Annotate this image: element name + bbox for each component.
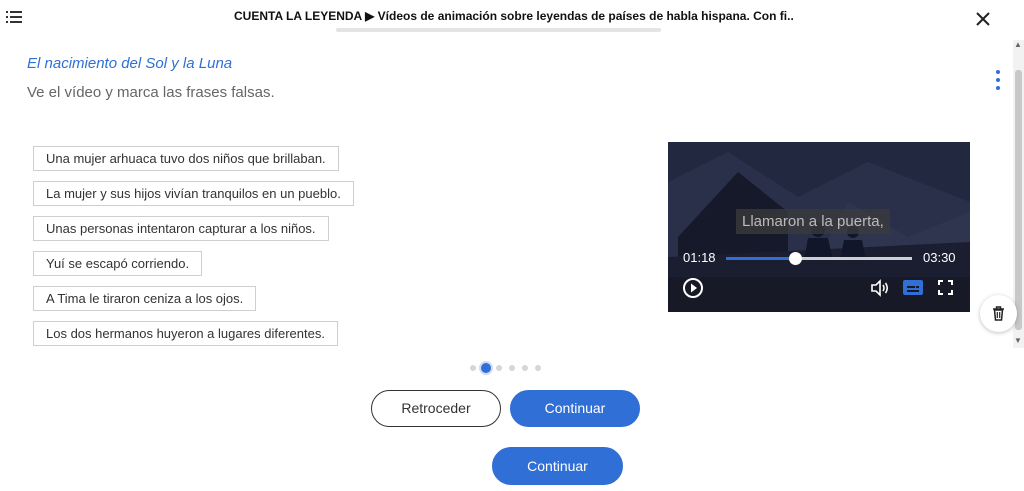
- statement-list: Una mujer arhuaca tuvo dos niños que bri…: [33, 146, 373, 356]
- pager-dot[interactable]: [509, 365, 515, 371]
- back-button[interactable]: Retroceder: [371, 390, 501, 427]
- pager-dot[interactable]: [481, 363, 491, 373]
- vertical-dots-icon[interactable]: [994, 70, 1002, 92]
- activity-title: El nacimiento del Sol y la Luna: [27, 55, 233, 72]
- header-progress-bar: [336, 28, 661, 32]
- pager-dot[interactable]: [535, 365, 541, 371]
- scroll-up-arrow-icon[interactable]: ▲: [1014, 40, 1022, 49]
- statement-option[interactable]: A Tima le tiraron ceniza a los ojos.: [33, 286, 257, 311]
- delete-button[interactable]: [980, 295, 1017, 332]
- hamburger-menu-icon[interactable]: [6, 11, 22, 25]
- statement-option[interactable]: Una mujer arhuaca tuvo dos niños que bri…: [33, 146, 339, 171]
- scrollbar[interactable]: [1013, 40, 1024, 348]
- scrollbar-thumb[interactable]: [1015, 70, 1022, 330]
- page-indicator: [470, 363, 550, 373]
- video-subtitle: Llamaron a la puerta,: [736, 209, 890, 234]
- course-title: CUENTA LA LEYENDA ▶ Vídeos de animación …: [234, 9, 794, 23]
- top-bar: CUENTA LA LEYENDA ▶ Vídeos de animación …: [0, 0, 1024, 40]
- continue-bottom-button[interactable]: Continuar: [492, 447, 623, 485]
- current-time: 01:18: [683, 250, 716, 265]
- continue-button[interactable]: Continuar: [510, 390, 640, 427]
- volume-icon[interactable]: [870, 279, 890, 297]
- pager-dot[interactable]: [496, 365, 502, 371]
- trash-icon: [993, 306, 1004, 321]
- close-icon[interactable]: [974, 10, 992, 28]
- statement-option[interactable]: Unas personas intentaron capturar a los …: [33, 216, 329, 241]
- statement-option[interactable]: La mujer y sus hijos vivían tranquilos e…: [33, 181, 354, 206]
- video-player[interactable]: Llamaron a la puerta, 01:18 03:30: [668, 142, 970, 312]
- statement-option[interactable]: Los dos hermanos huyeron a lugares difer…: [33, 321, 338, 346]
- play-icon[interactable]: [682, 277, 704, 299]
- seek-bar[interactable]: [726, 252, 912, 265]
- pager-dot[interactable]: [470, 365, 476, 371]
- seek-progress: [726, 257, 795, 260]
- subtitles-icon[interactable]: [903, 280, 923, 295]
- scroll-down-arrow-icon[interactable]: ▼: [1014, 336, 1022, 345]
- statement-option[interactable]: Yuí se escapó corriendo.: [33, 251, 203, 276]
- total-time: 03:30: [923, 250, 956, 265]
- seek-handle[interactable]: [789, 252, 802, 265]
- activity-instruction: Ve el vídeo y marca las frases falsas.: [27, 84, 275, 101]
- pager-dot[interactable]: [522, 365, 528, 371]
- fullscreen-icon[interactable]: [938, 280, 953, 295]
